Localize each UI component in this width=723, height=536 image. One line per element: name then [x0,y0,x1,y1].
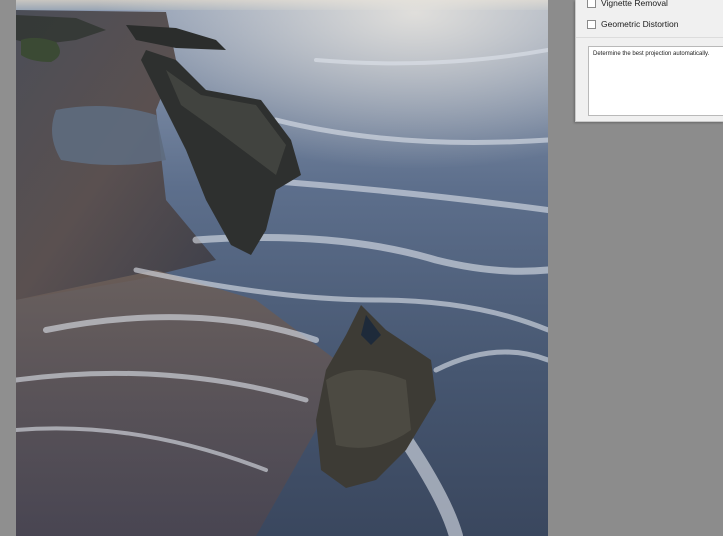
panel-divider [576,37,723,38]
vignette-removal-checkbox[interactable] [587,0,596,8]
geometric-distortion-checkbox[interactable] [587,19,596,29]
geometric-distortion-label: Geometric Distortion [601,19,679,29]
vignette-removal-label: Vignette Removal [601,0,668,8]
vignette-removal-option[interactable]: Vignette Removal [587,0,668,8]
description-box: Determine the best projection automatica… [588,46,723,116]
shipwreck-photo [16,0,548,536]
workspace-left-margin [0,0,16,536]
description-text: Determine the best projection automatica… [593,51,710,57]
geometric-distortion-option[interactable]: Geometric Distortion [587,19,678,29]
lens-correction-panel: Vignette Removal Geometric Distortion De… [575,0,723,122]
document-image[interactable] [16,0,548,536]
